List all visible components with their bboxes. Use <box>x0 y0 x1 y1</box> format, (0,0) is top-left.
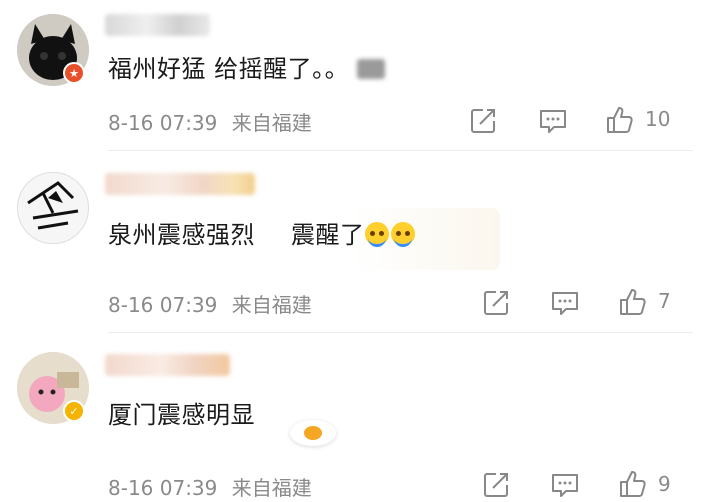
comment-text: 厦门震感明显 <box>108 401 255 429</box>
comment-meta: 8-16 07:39 来自福建 <box>108 472 312 501</box>
share-icon[interactable] <box>481 470 511 500</box>
location: 来自福建 <box>231 476 312 500</box>
location: 来自福建 <box>231 111 312 135</box>
comment-item: ★ 福州好猛 给摇醒了。。 8-16 07:39 来自福建 10 <box>0 0 707 150</box>
thumbs-up-icon[interactable] <box>618 469 648 499</box>
username-blurred[interactable] <box>105 14 210 36</box>
like-count: 10 <box>645 107 671 131</box>
avatar[interactable] <box>17 172 89 244</box>
comment-text: 福州好猛 给摇醒了。。 <box>108 54 386 84</box>
username-blurred[interactable] <box>105 354 230 376</box>
emoji-blurred <box>357 59 386 79</box>
thumbs-up-icon[interactable] <box>618 287 648 317</box>
timestamp: 8-16 07:39 <box>108 293 218 317</box>
crying-emoji-icon <box>364 222 389 247</box>
comment-icon[interactable] <box>550 470 580 500</box>
location: 来自福建 <box>231 293 312 317</box>
comment-icon[interactable] <box>550 288 580 318</box>
timestamp: 8-16 07:39 <box>108 476 218 500</box>
username-blurred[interactable] <box>105 173 255 195</box>
comment-icon[interactable] <box>538 106 568 136</box>
star-badge-icon: ★ <box>63 62 85 84</box>
share-icon[interactable] <box>481 288 511 318</box>
fried-egg-icon <box>290 420 336 446</box>
thumbs-up-icon[interactable] <box>605 105 635 135</box>
comment-meta: 8-16 07:39 来自福建 <box>108 289 312 318</box>
like-count: 9 <box>658 472 671 496</box>
timestamp: 8-16 07:39 <box>108 111 218 135</box>
comment-text: 泉州震感强烈 震醒了 <box>108 220 417 250</box>
comment-meta: 8-16 07:39 来自福建 <box>108 107 312 136</box>
share-icon[interactable] <box>468 106 498 136</box>
verified-badge-icon: ✓ <box>63 400 85 422</box>
crying-emoji-icon <box>390 222 415 247</box>
like-count: 7 <box>658 289 671 313</box>
comment-item: 泉州震感强烈 震醒了 8-16 07:39 来自福建 7 <box>0 150 707 332</box>
comment-item: ✓ 厦门震感明显 8-16 07:39 来自福建 9 <box>0 332 707 502</box>
